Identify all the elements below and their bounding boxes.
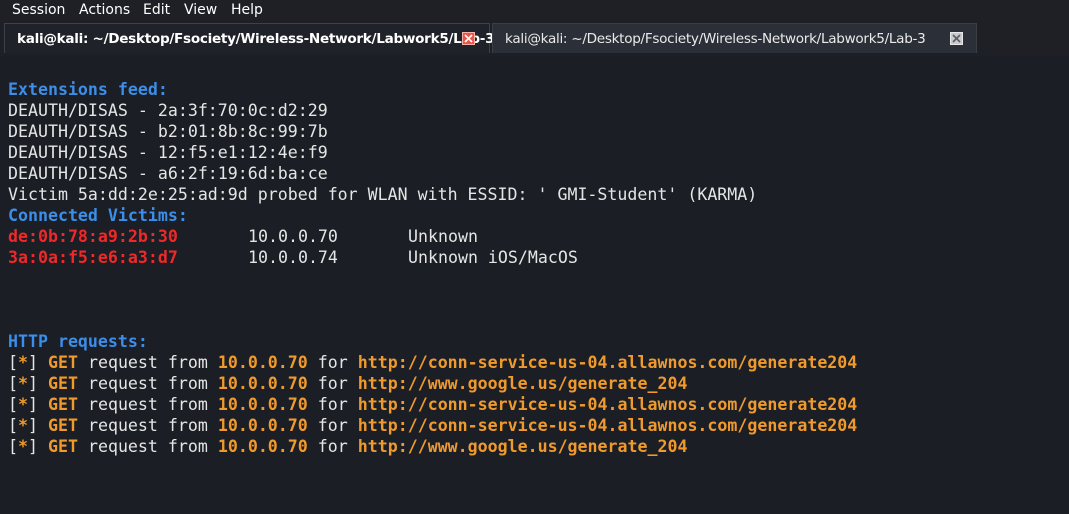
extensions-feed-header: Extensions feed: [8,80,168,99]
menu-help[interactable]: Help [231,1,263,19]
extension-line: DEAUTH/DISAS - a6:2f:19:6d:ba:ce [8,164,328,183]
victim-mac: 3a:0a:f5:e6:a3:d7 [8,248,178,267]
extension-line: DEAUTH/DISAS - 2a:3f:70:0c:d2:29 [8,101,328,120]
karma-probe-line: Victim 5a:dd:2e:25:ad:9d probed for WLAN… [8,185,758,204]
close-icon[interactable] [950,32,963,45]
tab-terminal-2[interactable]: kali@kali: ~/Desktop/Fsociety/Wireless-N… [492,23,977,53]
victim-row: 3a:0a:f5:e6:a3:d7 10.0.0.74 Unknown iOS/… [8,247,908,268]
victim-vendor: Unknown iOS/MacOS [408,248,578,267]
http-requests-header: HTTP requests: [8,332,148,351]
http-request-row: [*] GET request from 10.0.0.70 for http:… [8,374,688,393]
menu-view[interactable]: View [184,1,217,19]
close-icon[interactable] [462,32,475,45]
http-request-row: [*] GET request from 10.0.0.70 for http:… [8,395,858,414]
http-request-row: [*] GET request from 10.0.0.70 for http:… [8,437,688,456]
tab-terminal-1[interactable]: kali@kali: ~/Desktop/Fsociety/Wireless-N… [4,23,495,53]
tab-bar: kali@kali: ~/Desktop/Fsociety/Wireless-N… [0,20,1069,56]
tab-label: kali@kali: ~/Desktop/Fsociety/Wireless-N… [505,31,926,47]
victim-row: de:0b:78:a9:2b:30 10.0.0.70 Unknown [8,226,908,247]
menu-session[interactable]: Session [12,1,65,19]
extension-line: DEAUTH/DISAS - 12:f5:e1:12:4e:f9 [8,143,328,162]
menu-edit[interactable]: Edit [143,1,170,19]
victim-vendor: Unknown [408,227,478,246]
victim-ip: 10.0.0.70 [248,227,338,246]
menu-actions[interactable]: Actions [79,1,130,19]
tab-label: kali@kali: ~/Desktop/Fsociety/Wireless-N… [17,31,495,47]
victim-mac: de:0b:78:a9:2b:30 [8,227,178,246]
terminal-output[interactable]: Extensions feed: DEAUTH/DISAS - 2a:3f:70… [0,56,1069,514]
menu-bar: Session Actions Edit View Help [0,0,1069,20]
http-request-row: [*] GET request from 10.0.0.70 for http:… [8,353,858,372]
victim-ip: 10.0.0.74 [248,248,338,267]
connected-victims-header: Connected Victims: [8,206,188,225]
extension-line: DEAUTH/DISAS - b2:01:8b:8c:99:7b [8,122,328,141]
http-request-row: [*] GET request from 10.0.0.70 for http:… [8,416,858,435]
